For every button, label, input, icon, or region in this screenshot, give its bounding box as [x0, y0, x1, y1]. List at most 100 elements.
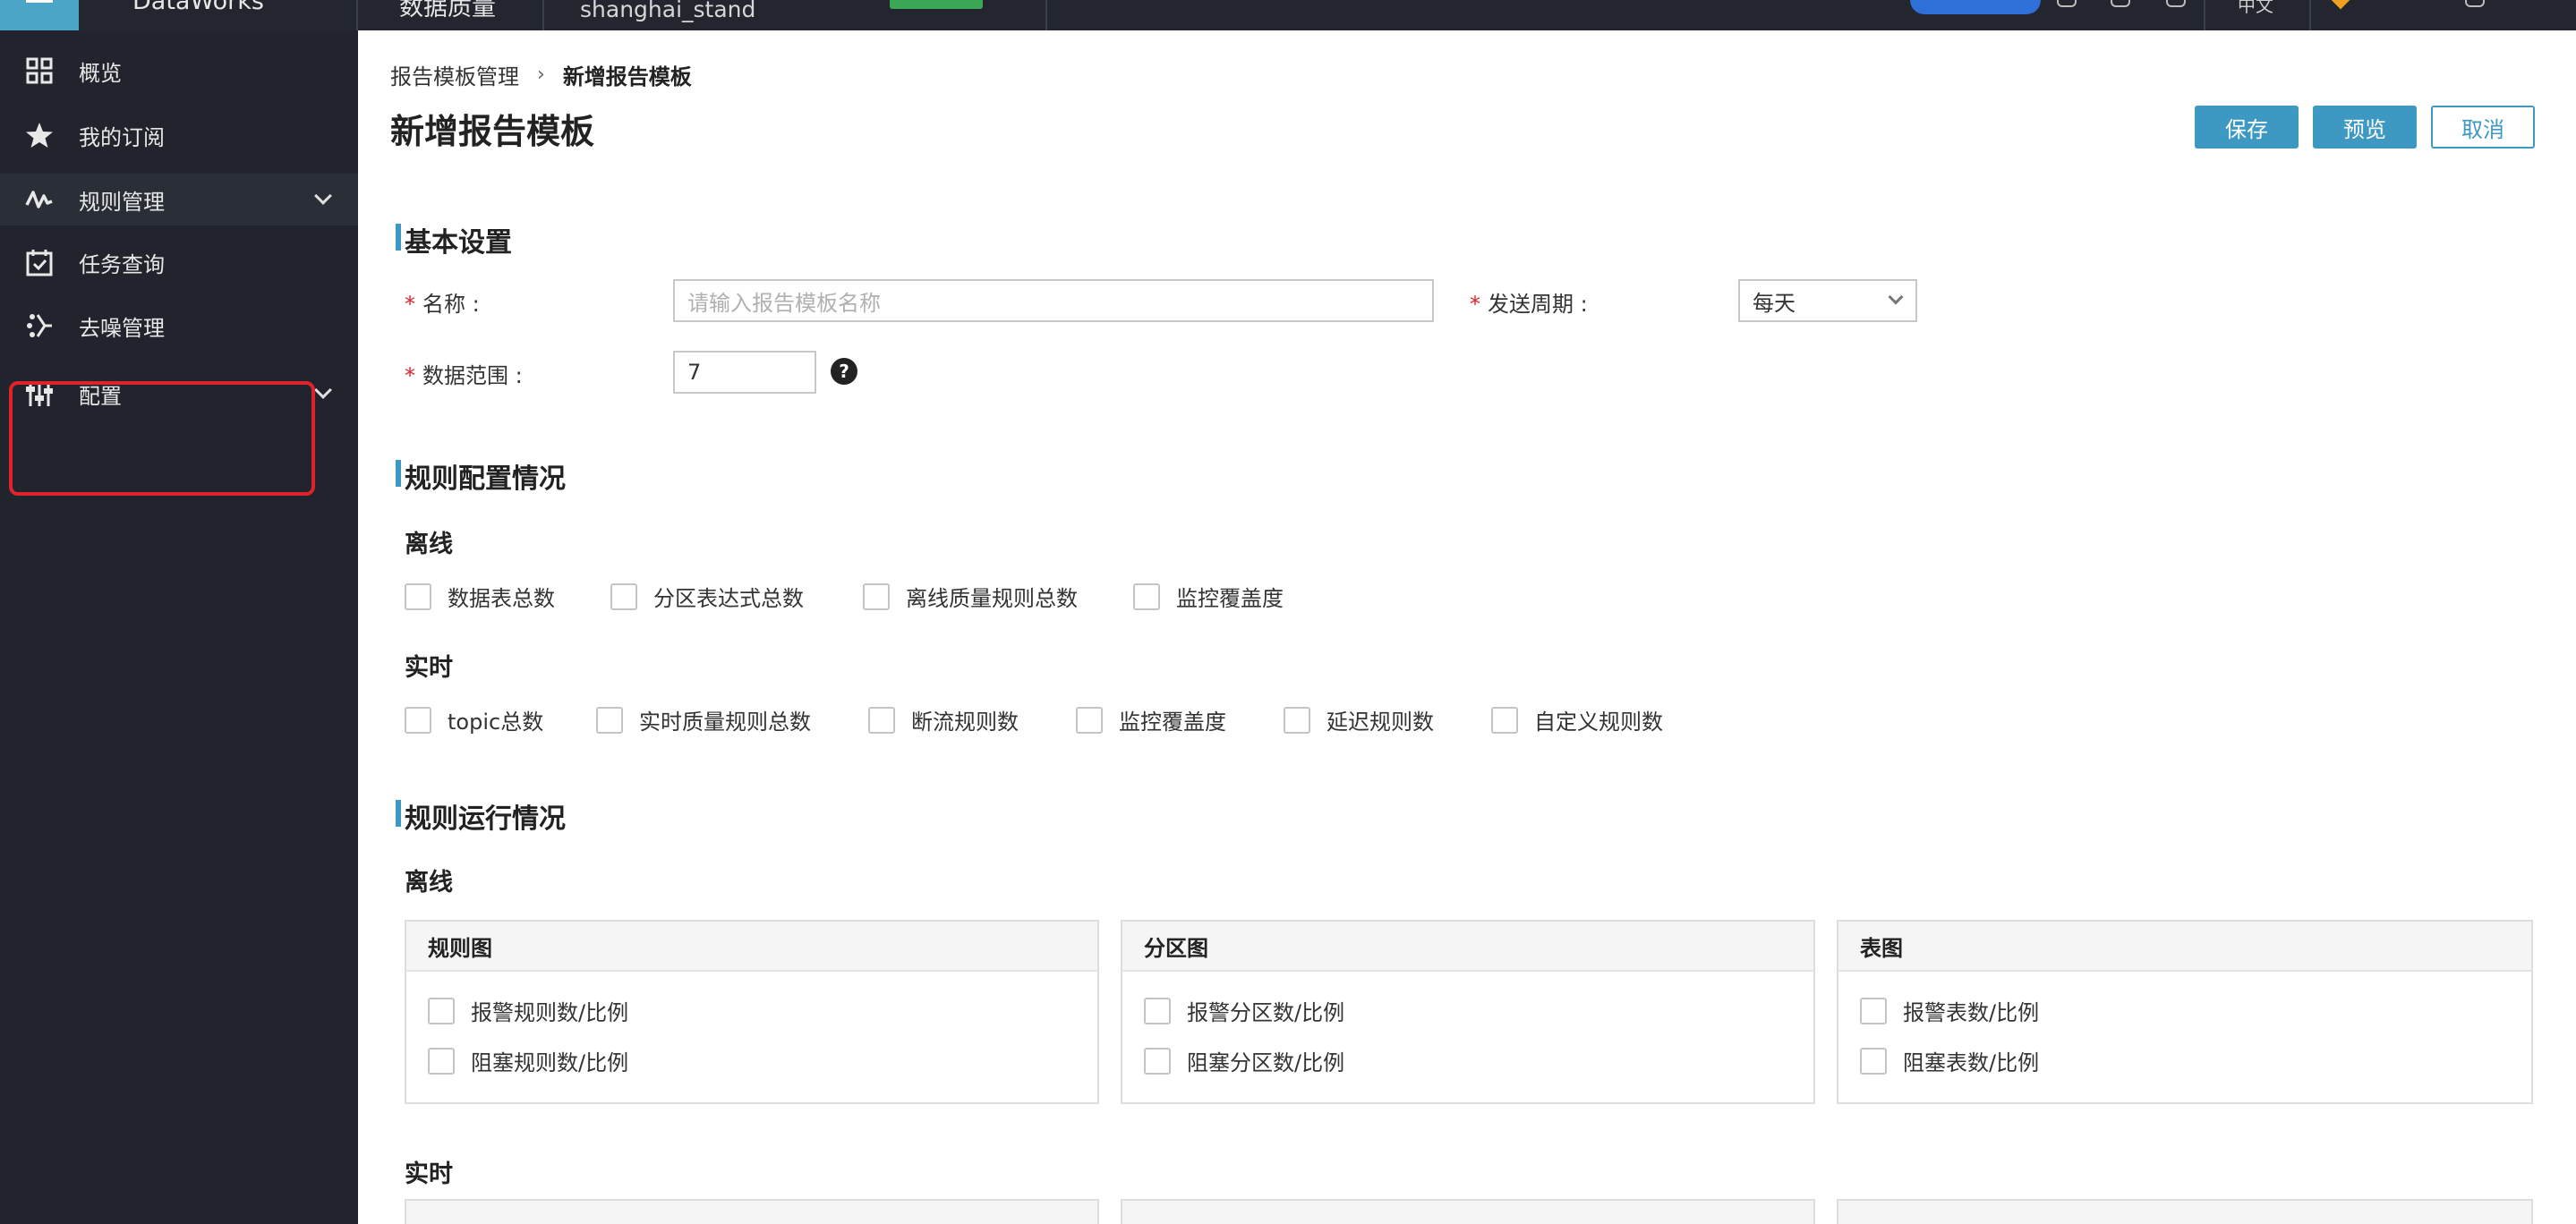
highlight-annotation — [9, 381, 315, 496]
bell-icon[interactable] — [2057, 0, 2077, 7]
checkbox-label: 报警表数/比例 — [1903, 1000, 2040, 1025]
user-avatar-icon[interactable] — [2465, 0, 2485, 7]
hamburger-icon — [26, 0, 53, 3]
checkbox-box[interactable] — [428, 1047, 455, 1075]
data-range-label: * 数据范围 : — [405, 358, 523, 389]
data-range-input[interactable]: 7 — [673, 351, 816, 394]
send-cycle-label-text: 发送周期 : — [1488, 292, 1588, 317]
panel-title: 报警图 — [1122, 1201, 1813, 1224]
subsection-offline: 离线 — [405, 869, 453, 897]
section-title-text: 基本设置 — [405, 227, 512, 259]
send-cycle-select[interactable]: 每天 — [1738, 279, 1917, 322]
template-name-input[interactable]: 请输入报告模板名称 — [673, 279, 1434, 322]
divider — [356, 0, 358, 30]
breadcrumb-link-report-templates[interactable]: 报告模板管理 — [390, 59, 519, 90]
required-mark: * — [1470, 292, 1480, 317]
data-range-label-text: 数据范围 : — [422, 363, 523, 388]
grid-icon — [23, 55, 55, 87]
checkbox-box[interactable] — [1284, 706, 1310, 734]
breadcrumb: 报告模板管理 › 新增报告模板 — [390, 59, 692, 90]
checkbox-box[interactable] — [863, 582, 890, 610]
checkbox-box[interactable] — [1860, 1047, 1887, 1075]
section-title-rule-config: 规则配置情况 — [396, 456, 566, 496]
panel-message-chart: 消息图 — [405, 1199, 1099, 1224]
sidebar-item-denoise[interactable]: 去噪管理 — [0, 300, 358, 352]
checkbox-partition-expr-count[interactable]: 分区表达式总数 — [610, 581, 804, 612]
checkbox-label: 报警分区数/比例 — [1187, 1000, 1345, 1025]
checkbox-label: 阻塞分区数/比例 — [1187, 1050, 1345, 1075]
document-icon[interactable] — [2111, 0, 2130, 7]
language-switch[interactable]: 中文 — [2238, 0, 2273, 17]
env-badge — [890, 0, 983, 9]
panel-partition-chart: 分区图 报警分区数/比例 阻塞分区数/比例 — [1121, 920, 1815, 1104]
checkbox-box[interactable] — [1144, 997, 1171, 1024]
copilot-button[interactable] — [1910, 0, 2041, 14]
divider — [542, 0, 544, 30]
denoise-icon — [23, 310, 55, 342]
checkbox-box[interactable] — [596, 706, 623, 734]
section-title-rule-run: 规则运行情况 — [396, 796, 566, 836]
preview-button[interactable]: 预览 — [2313, 106, 2417, 149]
name-label: * 名称 : — [405, 286, 480, 318]
checkbox-box[interactable] — [405, 706, 431, 734]
checkbox-alert-rule-ratio[interactable]: 报警规则数/比例 — [428, 995, 628, 1026]
checkbox-box[interactable] — [1144, 1047, 1171, 1075]
subsection-realtime: 实时 — [405, 1160, 453, 1188]
panel-alert-chart: 报警图 — [1121, 1199, 1815, 1224]
checkbox-box[interactable] — [428, 997, 455, 1024]
checkbox-offline-rule-count[interactable]: 离线质量规则总数 — [863, 581, 1078, 612]
sidebar-item-label: 去噪管理 — [79, 315, 165, 341]
checkbox-label: 离线质量规则总数 — [906, 586, 1078, 611]
cancel-button[interactable]: 取消 — [2431, 106, 2535, 149]
checkbox-custom-rule-count[interactable]: 自定义规则数 — [1491, 704, 1663, 735]
checkbox-box[interactable] — [1860, 997, 1887, 1024]
checkbox-box[interactable] — [405, 582, 431, 610]
sidebar-item-overview[interactable]: 概览 — [0, 45, 358, 97]
checkbox-label: 分区表达式总数 — [653, 586, 804, 611]
phone-icon[interactable] — [2166, 0, 2186, 7]
sidebar-item-rule-management[interactable]: 规则管理 — [0, 174, 358, 225]
save-button[interactable]: 保存 — [2195, 106, 2299, 149]
sidebar-item-task-query[interactable]: 任务查询 — [0, 236, 358, 288]
checkbox-block-rule-ratio[interactable]: 阻塞规则数/比例 — [428, 1045, 628, 1076]
chevron-down-icon — [314, 381, 332, 399]
page-title: 新增报告模板 — [390, 112, 595, 151]
workspace-selector[interactable]: shanghai_stand — [580, 0, 755, 22]
sidebar-item-label: 规则管理 — [79, 189, 165, 215]
divider — [1045, 0, 1047, 30]
brand-name[interactable]: DataWorks — [132, 0, 264, 15]
help-icon[interactable]: ? — [831, 358, 857, 385]
checkbox-realtime-coverage[interactable]: 监控覆盖度 — [1076, 704, 1226, 735]
subsection-realtime: 实时 — [405, 654, 453, 682]
checkbox-label: 自定义规则数 — [1534, 710, 1663, 735]
main-content: 报告模板管理 › 新增报告模板 新增报告模板 保存 预览 取消 基本设置 * 名称… — [358, 30, 2576, 1224]
module-name[interactable]: 数据质量 — [399, 0, 496, 22]
checkbox-topic-count[interactable]: topic总数 — [405, 704, 543, 735]
sidebar: 概览 我的订阅 规则管理 任务查询 去噪管理 配置 — [0, 30, 358, 1224]
checkbox-box[interactable] — [1491, 706, 1518, 734]
send-cycle-value: 每天 — [1753, 290, 1796, 316]
checkbox-box[interactable] — [610, 582, 637, 610]
panel-title: 表图 — [1838, 922, 2531, 972]
checkbox-latency-rule-count[interactable]: 延迟规则数 — [1284, 704, 1434, 735]
checkbox-block-table-ratio[interactable]: 阻塞表数/比例 — [1860, 1045, 2039, 1076]
checkbox-label: 监控覆盖度 — [1119, 710, 1226, 735]
checkbox-box[interactable] — [868, 706, 895, 734]
checkbox-label: topic总数 — [448, 710, 544, 735]
sidebar-item-subscription[interactable]: 我的订阅 — [0, 109, 358, 161]
panel-table-chart: 表图 报警表数/比例 阻塞表数/比例 — [1837, 920, 2533, 1104]
checkbox-table-count[interactable]: 数据表总数 — [405, 581, 555, 612]
checkbox-box[interactable] — [1076, 706, 1103, 734]
checkbox-alert-partition-ratio[interactable]: 报警分区数/比例 — [1144, 995, 1344, 1026]
checkbox-alert-table-ratio[interactable]: 报警表数/比例 — [1860, 995, 2039, 1026]
checkbox-offline-coverage[interactable]: 监控覆盖度 — [1133, 581, 1284, 612]
checkbox-block-partition-ratio[interactable]: 阻塞分区数/比例 — [1144, 1045, 1344, 1076]
checkbox-cutoff-rule-count[interactable]: 断流规则数 — [868, 704, 1019, 735]
sidebar-item-label: 我的订阅 — [79, 124, 165, 150]
checkbox-realtime-rule-count[interactable]: 实时质量规则总数 — [596, 704, 811, 735]
vip-diamond-icon — [2330, 0, 2351, 10]
section-title-basic-settings: 基本设置 — [396, 220, 512, 259]
hamburger-menu-button[interactable] — [0, 0, 79, 30]
checkbox-label: 断流规则数 — [911, 710, 1019, 735]
checkbox-box[interactable] — [1133, 582, 1160, 610]
